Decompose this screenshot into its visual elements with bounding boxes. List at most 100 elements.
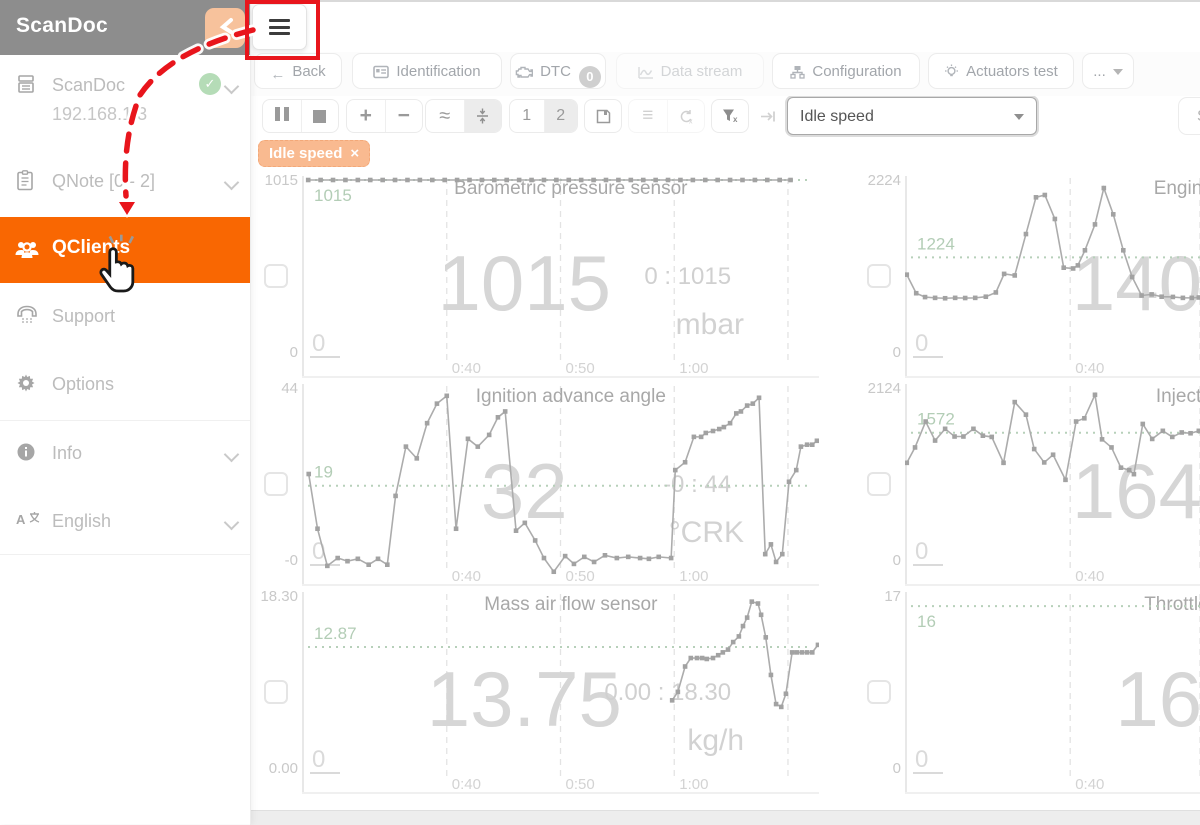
svg-text:1224: 1224 [917, 234, 955, 253]
svg-text:0: 0 [312, 746, 325, 773]
y-axis-max-label: 2224 [868, 172, 901, 189]
chevron-down-icon [224, 79, 240, 95]
svg-text:Barometric pressure sensor: Barometric pressure sensor [454, 178, 688, 199]
diagnostic-toolbar: ←Back Identification DTC0 Data stream Co… [250, 50, 1200, 96]
sidebar-item-language[interactable]: A English [0, 508, 250, 538]
pause-button[interactable] [263, 100, 301, 132]
save-button[interactable] [584, 99, 622, 133]
split-button[interactable] [464, 100, 502, 132]
display-mode-group: ≈ [425, 99, 502, 133]
svg-text:A: A [16, 512, 26, 527]
chart-cell: 1700:400:501:000Throttle position1616 [863, 588, 1200, 795]
zoom-in-button[interactable]: + [347, 100, 385, 132]
data-stream-button[interactable]: Data stream [616, 53, 764, 89]
stream-preset-select-wrap: Idle speed [787, 97, 1037, 135]
svg-text:1:00: 1:00 [679, 360, 708, 377]
idle-speed-chip[interactable]: Idle speed× [258, 140, 370, 167]
sidebar-item-support[interactable]: Support [0, 303, 250, 333]
chevron-down-icon [224, 447, 240, 463]
chart-cell: 18.300.000:400:501:000Mass air flow sens… [260, 588, 819, 795]
sidebar-item-label: Support [52, 306, 115, 327]
gear-icon [16, 373, 38, 395]
language-icon: A [16, 510, 38, 532]
identification-icon [373, 57, 389, 93]
support-icon [16, 305, 38, 327]
chart-cell: 212400:400:501:000Injection time16401572 [863, 380, 1200, 587]
sidebar: ScanDoc ScanDoc ✓ 192.168.1.3 QNote [0 -… [0, 0, 251, 824]
close-icon[interactable]: × [350, 145, 359, 162]
svg-text:0: 0 [312, 330, 325, 357]
list-icon: ≡ [642, 105, 653, 127]
clear-filter-button[interactable]: x [711, 99, 749, 133]
clients-icon [14, 238, 40, 262]
sidebar-item-label: English [52, 511, 111, 532]
note-icon [16, 170, 38, 192]
chart-checkbox[interactable] [264, 472, 288, 496]
sidebar-item-options[interactable]: Options [0, 371, 250, 401]
configuration-button[interactable]: Configuration [772, 53, 920, 89]
actuators-test-button[interactable]: Actuators test [928, 53, 1074, 89]
y-axis-min-label: 0 [893, 344, 901, 361]
refresh-x-icon: x [678, 109, 694, 124]
sidebar-item-info[interactable]: Info [0, 440, 250, 470]
chevron-down-icon [224, 175, 240, 191]
chart-cell: 101500:400:501:000Barometric pressure se… [260, 172, 819, 379]
stream-preset-select[interactable]: Idle speed [788, 98, 1036, 134]
sidebar-item-qnote[interactable]: QNote [0 - 2] [0, 168, 250, 198]
chart-axis-column: 44-0 [260, 380, 302, 587]
y-axis-min-label: -0 [285, 552, 298, 569]
one-column-button[interactable]: 1 [510, 100, 544, 132]
sidebar-item-qclients[interactable]: QClients [0, 217, 250, 283]
list-button[interactable]: ≡ [629, 100, 667, 132]
chart-plot[interactable]: 0:400:501:000Injection time16401572 [905, 380, 1200, 592]
svg-text:1015: 1015 [314, 186, 352, 205]
svg-text:-0 : 44: -0 : 44 [663, 471, 731, 498]
chart-checkbox[interactable] [867, 264, 891, 288]
chart-plot[interactable]: 0:400:501:000Engine speed14001224 [905, 172, 1200, 384]
y-axis-max-label: 1015 [265, 172, 298, 189]
status-bar [250, 810, 1200, 825]
svg-text:0:40: 0:40 [1075, 360, 1104, 377]
split-icon [476, 108, 489, 124]
chart-plot[interactable]: 0:400:501:000Throttle position1616 [905, 588, 1200, 800]
svg-text:1:00: 1:00 [679, 568, 708, 585]
y-axis-min-label: 0 [893, 760, 901, 777]
y-axis-min-label: 0 [893, 552, 901, 569]
chevron-down-icon [1113, 69, 1123, 75]
smooth-button[interactable]: ≈ [426, 100, 464, 132]
zoom-out-button[interactable]: − [385, 100, 423, 132]
data-stream-icon [638, 57, 654, 93]
chart-plot[interactable]: 0:400:501:000Barometric pressure sensor1… [302, 172, 819, 384]
configuration-icon [790, 57, 805, 93]
divider [0, 554, 250, 555]
chart-checkbox[interactable] [264, 264, 288, 288]
brand-title: ScanDoc [16, 14, 108, 38]
chart-axis-column: 1015 0 [260, 172, 302, 379]
chart-plot[interactable]: 0:400:501:000Mass air flow sensor13.750.… [302, 588, 819, 800]
dtc-count-badge: 0 [579, 66, 601, 88]
chart-checkbox[interactable] [867, 472, 891, 496]
dtc-button[interactable]: DTC0 [510, 53, 606, 89]
stop-button[interactable] [301, 100, 339, 132]
sidebar-item-scandoc[interactable]: ScanDoc ✓ [0, 72, 250, 102]
more-button[interactable]: ... [1082, 53, 1134, 89]
svg-text:0:50: 0:50 [566, 360, 595, 377]
svg-text:16: 16 [1115, 655, 1200, 743]
info-icon [16, 442, 38, 464]
identification-button[interactable]: Identification [352, 53, 502, 89]
chart-axis-column: 21240 [863, 380, 905, 587]
partial-right-button[interactable]: S [1178, 97, 1200, 135]
list-group: ≡ x [628, 99, 705, 133]
svg-text:Injection time: Injection time [1156, 386, 1200, 407]
chart-axis-column: 2224 0 [863, 172, 905, 379]
go-to-end-button[interactable] [749, 99, 787, 133]
y-axis-min-label: 0 [290, 344, 298, 361]
filter-x-icon: x [722, 108, 739, 124]
reset-button[interactable]: x [667, 100, 705, 132]
chart-checkbox[interactable] [867, 680, 891, 704]
svg-text:0:40: 0:40 [452, 776, 481, 793]
two-columns-button[interactable]: 2 [544, 100, 578, 132]
chart-checkbox[interactable] [264, 680, 288, 704]
chart-plot[interactable]: 0:400:501:000Ignition advance angle32-0 … [302, 380, 819, 592]
svg-text:16: 16 [917, 612, 936, 631]
